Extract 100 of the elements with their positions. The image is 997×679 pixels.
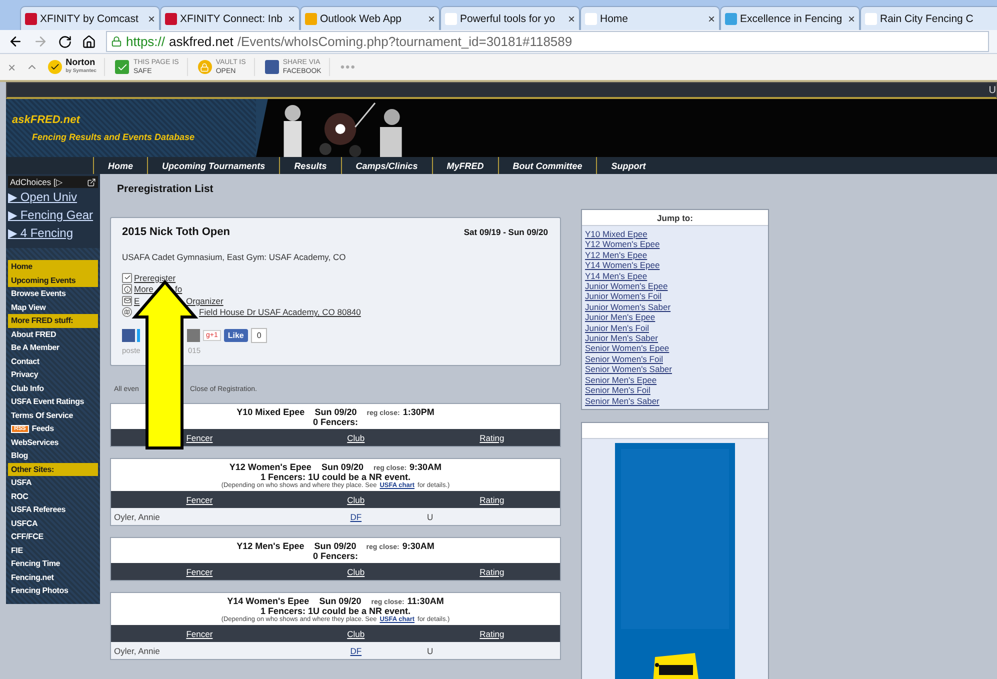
sidebar-link[interactable]: Be A Member xyxy=(8,341,98,354)
browser-tab[interactable]: XFINITY Connect: Inb × xyxy=(160,6,300,30)
browser-tab[interactable]: Home × xyxy=(580,6,720,30)
column-header[interactable]: Rating xyxy=(480,566,504,576)
column-header[interactable]: Rating xyxy=(480,494,504,504)
nav-link[interactable]: Bout Committee xyxy=(498,157,596,174)
card-link[interactable]: Field House Dr USAF Academy, CO 80840 xyxy=(199,307,361,318)
sidebar-link[interactable]: USFA Event Ratings xyxy=(8,395,98,408)
reg-close-time: 11:30AM xyxy=(407,596,444,606)
sidebar-link[interactable]: Home xyxy=(8,260,98,274)
column-header[interactable]: Rating xyxy=(480,628,504,638)
ad-link[interactable]: ▶ Fencing Gear xyxy=(8,206,98,224)
sidebar-link[interactable]: FIE xyxy=(8,544,98,557)
browser-tab[interactable]: XFINITY by Comcast × xyxy=(20,6,160,30)
browser-tab[interactable]: Outlook Web App × xyxy=(300,6,440,30)
jump-link[interactable]: Y12 Women's Epee xyxy=(585,239,765,250)
browser-tab[interactable]: Excellence in Fencing × xyxy=(720,6,860,30)
jump-link[interactable]: Y12 Men's Epee xyxy=(585,250,765,260)
sidebar-link[interactable]: CFF/FCE xyxy=(8,530,98,544)
ad-link[interactable]: ▶ 4 Fencing xyxy=(8,224,98,242)
sidebar-link[interactable]: Map View xyxy=(8,300,98,314)
sidebar-link[interactable]: Fencing Time xyxy=(8,557,98,570)
column-header[interactable]: Club xyxy=(347,432,365,442)
reg-close-time: 1:30PM xyxy=(402,407,434,417)
browser-tab[interactable]: Powerful tools for yo × xyxy=(440,6,580,30)
event-date: Sun 09/20 xyxy=(321,462,364,472)
jump-link[interactable]: Senior Women's Saber xyxy=(585,364,765,375)
close-icon[interactable]: × xyxy=(428,12,435,26)
sidebar-link[interactable]: Upcoming Events xyxy=(8,274,98,287)
external-link-icon[interactable] xyxy=(87,178,96,186)
column-header[interactable]: Club xyxy=(347,628,365,638)
card-link[interactable]: Preregister xyxy=(134,272,176,283)
sidebar-link[interactable]: USFA xyxy=(8,476,98,490)
fencer-summary: 0 Fencers: xyxy=(312,551,358,561)
sidebar-link[interactable]: Privacy xyxy=(8,368,98,382)
address-field[interactable]: https:// askfred.net /Events/whoIsComing.php?tournament_id=30181#118589 xyxy=(106,31,989,52)
jump-link[interactable]: Senior Women's Foil xyxy=(585,354,765,364)
sidebar-link[interactable]: Browse Events xyxy=(8,287,98,300)
reload-icon[interactable] xyxy=(58,34,72,48)
jump-link[interactable]: Senior Women's Epee xyxy=(585,343,765,354)
sidebar-link[interactable]: About FRED xyxy=(8,328,98,341)
sidebar-link[interactable]: USFCA xyxy=(8,516,98,530)
jump-link[interactable]: Y14 Men's Epee xyxy=(585,270,765,282)
close-icon[interactable]: × xyxy=(708,12,715,26)
column-header[interactable]: Rating xyxy=(480,432,504,442)
card-link[interactable]: Organizer xyxy=(186,296,224,306)
jump-link[interactable]: Junior Women's Epee xyxy=(585,281,765,292)
sidebar-link[interactable]: Fencing Photos xyxy=(8,584,98,598)
column-header[interactable]: Fencer xyxy=(186,566,213,576)
sidebar-link[interactable]: Contact xyxy=(8,354,98,368)
sidebar-link[interactable]: Blog xyxy=(8,449,98,462)
jump-link[interactable]: Junior Women's Saber xyxy=(585,302,765,312)
card-link[interactable]: E xyxy=(134,296,140,306)
sidebar-link[interactable]: Club Info xyxy=(8,382,98,395)
sidebar-link[interactable]: Fencing.net xyxy=(8,570,98,584)
nav-link[interactable]: MyFRED xyxy=(432,157,498,174)
column-header[interactable]: Club xyxy=(347,494,365,504)
column-header[interactable]: Fencer xyxy=(186,628,213,638)
like-button[interactable]: Like xyxy=(224,329,248,342)
nav-link[interactable]: Support xyxy=(596,157,660,174)
browser-tab[interactable]: Rain City Fencing C xyxy=(860,6,997,30)
close-icon[interactable]: × xyxy=(568,12,575,26)
event-title: Y12 Women's Epee xyxy=(229,462,312,472)
nav-link[interactable]: Results xyxy=(279,157,341,174)
club-link[interactable]: DF xyxy=(350,646,362,656)
jump-link[interactable]: Junior Women's Foil xyxy=(585,291,765,302)
nav-link[interactable]: Camps/Clinics xyxy=(340,157,432,174)
sidebar-link[interactable]: WebServices xyxy=(8,436,98,449)
card-link[interactable]: More xyxy=(134,284,154,294)
close-icon[interactable]: × xyxy=(848,12,855,26)
jump-link[interactable]: Y10 Mixed Epee xyxy=(585,229,765,240)
card-link[interactable]: fo xyxy=(175,284,182,294)
tournament-location: USAFA Cadet Gymnasium, East Gym: USAF Academy, CO xyxy=(122,252,347,262)
column-header[interactable]: Fencer xyxy=(186,494,213,504)
page-heading: Preregistration List xyxy=(117,183,214,195)
column-header[interactable]: Club xyxy=(347,566,365,576)
jump-link[interactable]: Junior Men's Saber xyxy=(585,333,765,344)
sidebar-link[interactable]: ROC xyxy=(8,490,98,503)
jump-link[interactable]: Junior Men's Foil xyxy=(585,322,765,334)
table-cell-text: Oyler, Annie xyxy=(113,646,161,656)
jump-link[interactable]: Y14 Women's Epee xyxy=(585,260,765,271)
sidebar-link[interactable]: USFA Referees xyxy=(8,503,98,516)
close-icon[interactable]: × xyxy=(288,12,295,26)
favicon-icon xyxy=(865,12,877,24)
sidebar-heading: Other Sites: xyxy=(8,462,98,476)
sidebar-link[interactable]: Terms Of Service xyxy=(8,408,98,422)
jump-link[interactable]: Senior Men's Foil xyxy=(585,385,765,396)
nav-link[interactable]: Upcoming Tournaments xyxy=(147,157,280,174)
jump-link[interactable]: Junior Men's Epee xyxy=(585,312,765,323)
tournament-title: 2015 Nick Toth Open xyxy=(122,226,230,238)
event-title: Y14 Women's Epee xyxy=(227,596,310,606)
jump-link[interactable]: Senior Men's Saber xyxy=(585,396,765,406)
home-icon[interactable] xyxy=(82,34,96,48)
back-icon[interactable] xyxy=(8,34,23,49)
club-link[interactable]: DF xyxy=(350,512,362,522)
ad-link[interactable]: ▶ Open Univ xyxy=(8,188,98,206)
close-icon[interactable]: × xyxy=(148,12,155,26)
column-header[interactable]: Fencer xyxy=(186,432,213,442)
jump-link[interactable]: Senior Men's Epee xyxy=(585,374,765,386)
forward-icon[interactable] xyxy=(33,34,48,49)
